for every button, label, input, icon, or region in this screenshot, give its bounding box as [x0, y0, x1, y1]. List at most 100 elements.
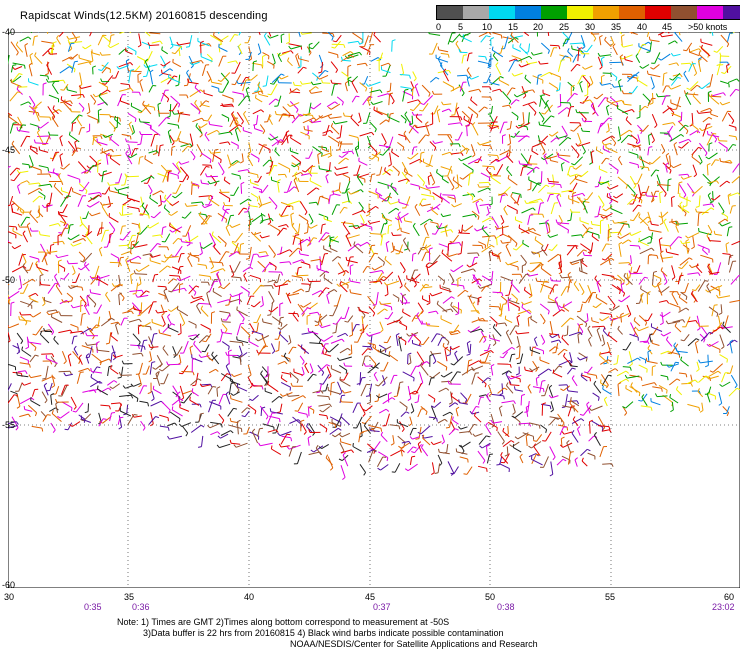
wind-barb [629, 244, 640, 247]
wind-barb-tick [594, 216, 598, 218]
wind-barb [191, 185, 193, 195]
wind-barb-tick [73, 335, 78, 337]
wind-barb-tick [267, 93, 272, 96]
legend-label: 15 [508, 22, 519, 32]
wind-barb-tick [665, 248, 668, 253]
legend-swatch [567, 6, 593, 19]
wind-barb-tick [644, 319, 649, 322]
wind-barb-tick [520, 194, 522, 198]
wind-barb [307, 125, 309, 134]
wind-barb-tick [222, 319, 227, 321]
wind-barb-tick [191, 181, 193, 185]
wind-barb [549, 44, 559, 47]
legend-swatch [619, 6, 645, 19]
wind-barb-tick [682, 205, 684, 209]
wind-barb [459, 232, 470, 234]
legend-swatch [437, 6, 463, 19]
wind-barb-tick [376, 174, 380, 176]
wind-barb-tick [511, 87, 516, 90]
wind-barb-tick [463, 115, 465, 120]
wind-barb [278, 341, 280, 351]
wind-barb [18, 86, 28, 88]
legend-label: 10 [482, 22, 493, 32]
wind-barb-tick [212, 288, 215, 292]
legend-swatch [697, 6, 723, 19]
wind-barb [478, 181, 489, 184]
wind-barb-tick [468, 52, 473, 54]
wind-barb [489, 305, 500, 308]
wind-barb-tick [117, 258, 120, 262]
wind-barb-tick [441, 198, 443, 203]
wind-barb [527, 318, 530, 327]
wind-barb-tick [636, 76, 639, 81]
wind-barb-tick [257, 174, 259, 179]
wind-barb-tick [337, 142, 340, 147]
wind-barb-tick [93, 312, 97, 314]
wind-barb-tick [405, 326, 408, 331]
wind-barb [442, 194, 455, 196]
wind-barb [350, 344, 353, 354]
wind-barb-tick [382, 233, 387, 235]
wind-barb-tick [96, 275, 99, 279]
wind-barb-tick [349, 289, 352, 293]
wind-barb-tick [137, 143, 141, 146]
legend-label: >50 knots [688, 22, 728, 32]
wind-barb [169, 274, 180, 277]
wind-barb-tick [483, 335, 487, 338]
wind-barb-tick [216, 341, 221, 343]
wind-barb [301, 283, 310, 285]
map-frame [8, 32, 740, 588]
wind-barb-tick [706, 131, 709, 135]
wind-barb-tick [298, 250, 301, 255]
wind-barb-tick [579, 323, 584, 326]
wind-barb-tick [169, 222, 171, 227]
wind-barb-tick [245, 258, 250, 260]
wind-barb-tick [177, 125, 180, 129]
wind-barb [618, 262, 630, 264]
wind-barb-tick [63, 268, 66, 272]
wind-barb-tick [119, 118, 121, 122]
wind-barb-tick [530, 315, 532, 320]
wind-barb-tick [210, 78, 213, 83]
wind-barb-tick [522, 239, 524, 244]
wind-barb-tick [168, 109, 173, 112]
wind-barb-tick [349, 277, 351, 282]
wind-barb [447, 243, 449, 256]
wind-barb-tick [256, 197, 259, 202]
wind-barb [482, 144, 491, 147]
wind-barb-tick [161, 46, 163, 51]
wind-barb-tick [713, 230, 716, 235]
wind-barb-tick [516, 362, 521, 365]
wind-barb-tick [154, 273, 159, 276]
wind-barb-tick [12, 64, 17, 66]
wind-barb-tick [622, 348, 627, 351]
wind-barb-tick [541, 94, 546, 96]
wind-barb-tick [129, 135, 132, 140]
wind-barb-tick [719, 157, 721, 162]
wind-barb-tick [582, 301, 586, 304]
wind-barb [344, 115, 352, 118]
wind-barb-tick [243, 94, 245, 98]
wind-barb-tick [549, 157, 551, 161]
wind-barb-tick [138, 208, 140, 213]
wind-barb-tick [603, 362, 607, 365]
wind-barb-tick [47, 167, 49, 172]
wind-barb-tick [372, 304, 377, 306]
wind-barb-tick [153, 333, 158, 335]
wind-barb-tick [403, 217, 406, 221]
wind-barb-tick [413, 125, 418, 127]
wind-barb [322, 32, 334, 35]
wind-map [8, 32, 740, 588]
wind-barb-tick [373, 106, 375, 111]
wind-barb [68, 262, 78, 265]
wind-barb-tick [704, 280, 709, 282]
wind-barb-tick [262, 85, 267, 87]
wind-barb-tick [225, 251, 230, 253]
wind-barb-tick [101, 193, 106, 195]
wind-barb [582, 130, 591, 133]
wind-barb-tick [108, 213, 110, 217]
wind-barb [622, 366, 631, 368]
wind-barb-tick [403, 167, 406, 172]
wind-barb-tick [297, 166, 300, 171]
wind-barb [8, 225, 17, 228]
